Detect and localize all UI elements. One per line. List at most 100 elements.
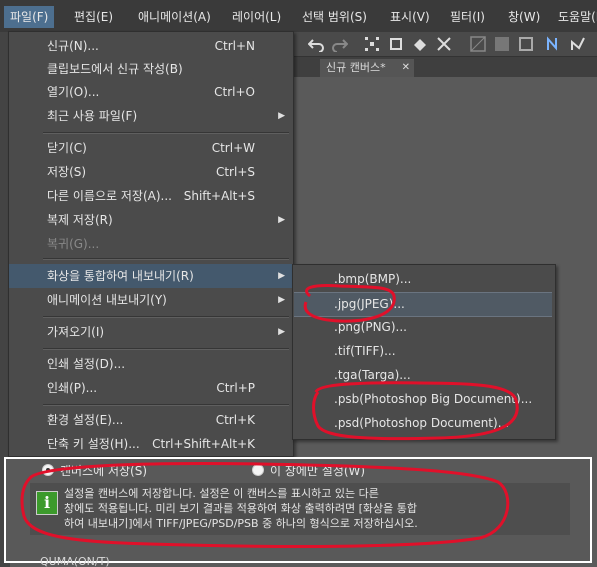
menu-item-shortcut: Ctrl+O [214,85,255,99]
menu-item-shortcut: Ctrl+K [215,413,255,427]
export-psb[interactable]: .psb(Photoshop Big Document)... [294,388,552,411]
export-psd[interactable]: .psd(Photoshop Document)... [294,412,552,435]
submenu-arrow-icon: ▶ [278,111,285,121]
submenu-item-label: .psb(Photoshop Big Document)... [334,392,533,406]
submenu-arrow-icon: ▶ [278,327,285,337]
document-tab-bar: 신규 캔버스* ✕ [292,57,597,77]
export-tga[interactable]: .tga(Targa)... [294,364,552,387]
submenu-arrow-icon: ▶ [278,215,285,225]
menu-item-label: 화상을 통합하여 내보내기(R) [47,269,194,283]
transform-icon[interactable] [364,36,380,52]
menu-item-close[interactable]: 닫기(C) Ctrl+W [9,136,293,160]
export-png[interactable]: .png(PNG)... [294,316,552,339]
menu-item-label: 다른 이름으로 저장(A)... [47,189,172,203]
undo-icon[interactable] [308,36,324,52]
radio-this-window-only[interactable]: 이 창에만 설정(W) [252,463,365,479]
export-bmp[interactable]: .bmp(BMP)... [294,268,552,291]
menu-item-import[interactable]: 가져오기(I) ▶ [9,320,293,344]
radio-label: 이 창에만 설정(W) [270,464,366,478]
menu-item-print[interactable]: 인쇄(P)... Ctrl+P [9,376,293,400]
menu-item-revert: 복귀(G)... [9,232,293,256]
pen-pressure-icon[interactable] [570,36,586,52]
info-message-box: i 설정을 캔버스에 저장합니다. 설정은 이 캔버스를 표시하고 있는 다른 … [30,483,570,535]
menu-item-shortcut: Ctrl+P [216,381,255,395]
document-tab[interactable]: 신규 캔버스* ✕ [320,59,414,77]
info-line: 설정을 캔버스에 저장합니다. 설정은 이 캔버스를 표시하고 있는 다른 [64,487,379,500]
menu-item-preferences[interactable]: 환경 설정(E)... Ctrl+K [9,408,293,432]
menu-item-label: 클립보드에서 신규 작성(B) [47,62,183,76]
move-icon[interactable] [436,36,452,52]
menu-item-export-animation[interactable]: 애니메이션 내보내기(Y) ▶ [9,288,293,312]
info-message-text: 설정을 캔버스에 저장합니다. 설정은 이 캔버스를 표시하고 있는 다른 창에… [64,486,564,531]
export-tif[interactable]: .tif(TIFF)... [294,340,552,363]
menu-item-shortcut-settings[interactable]: 단축 키 설정(H)... Ctrl+Shift+Alt+K [9,432,293,456]
menu-item-shortcut: Ctrl+Shift+Alt+K [152,437,255,451]
menu-file[interactable]: 파일(F) [4,6,55,28]
info-line: 하여 내보내기]에서 TIFF/JPEG/PSD/PSB 중 하나의 형식으로 … [64,517,418,530]
radio-checked-icon [42,464,54,476]
menu-item-shortcut: Ctrl+S [215,165,255,179]
menu-item-label: 신규(N)... [47,39,99,53]
menu-item-recent-files[interactable]: 최근 사용 파일(F) ▶ [9,104,293,128]
submenu-item-label: .tga(Targa)... [334,368,411,382]
menu-item-label: 복귀(G)... [47,237,100,251]
info-line: 창에도 적용됩니다. 미리 보기 결과를 적용하여 화상 출력하려면 [화상을 … [64,502,417,515]
info-icon: i [36,491,58,515]
menu-item-label: 최근 사용 파일(F) [47,109,138,123]
menu-separator [43,258,289,260]
radio-save-to-canvas[interactable]: 캔버스에 저장(S) [42,463,147,479]
snap-icon[interactable] [518,36,534,52]
menu-item-print-settings[interactable]: 인쇄 설정(D)... [9,352,293,376]
submenu-arrow-icon: ▶ [278,295,285,305]
pen-icon[interactable] [546,36,562,52]
menu-separator [43,316,289,318]
settings-panel: 캔버스에 저장(S) 이 창에만 설정(W) i 설정을 캔버스에 저장합니다.… [4,457,592,563]
menu-item-save-as[interactable]: 다른 이름으로 저장(A)... Shift+Alt+S [9,184,293,208]
menu-help[interactable]: 도움말(H) [552,6,597,28]
radio-label: 캔버스에 저장(S) [60,464,148,478]
menu-item-label: 단축 키 설정(H)... [47,437,140,451]
ruler-icon[interactable] [494,36,510,52]
grid-icon[interactable] [470,36,486,52]
menu-view[interactable]: 표시(V) [384,6,436,28]
command-bar [292,32,597,57]
menu-animation[interactable]: 애니메이션(A) [132,6,217,28]
menu-separator [43,348,289,350]
menu-item-new[interactable]: 신규(N)... Ctrl+N [9,34,293,58]
menu-layer[interactable]: 레이어(L) [226,6,287,28]
radio-unchecked-icon [252,464,264,476]
menu-item-shortcut: Ctrl+W [211,141,255,155]
menu-item-new-from-clipboard[interactable]: 클립보드에서 신규 작성(B) [9,57,293,81]
menu-item-label: 저장(S) [47,165,87,179]
redo-icon[interactable] [332,36,348,52]
fill-icon[interactable] [412,36,428,52]
partial-bottom-text: QUMA(ON/T) [40,557,110,567]
submenu-item-label: .tif(TIFF)... [334,344,396,358]
menu-edit[interactable]: 편집(E) [68,6,119,28]
menu-window[interactable]: 창(W) [502,6,546,28]
menu-separator [43,132,289,134]
menu-item-label: 복제 저장(R) [47,213,113,227]
close-icon[interactable]: ✕ [402,59,410,77]
file-menu: 신규(N)... Ctrl+N 클립보드에서 신규 작성(B) 열기(O)...… [8,31,294,457]
submenu-item-label: .png(PNG)... [334,320,407,334]
menu-item-export-flattened[interactable]: 화상을 통합하여 내보내기(R) ▶ [9,264,293,288]
menu-item-label: 인쇄(P)... [47,381,98,395]
menu-item-save-duplicate[interactable]: 복제 저장(R) ▶ [9,208,293,232]
menu-item-save[interactable]: 저장(S) Ctrl+S [9,160,293,184]
menu-item-label: 가져오기(I) [47,325,105,339]
menu-item-label: 닫기(C) [47,141,87,155]
menu-item-open[interactable]: 열기(O)... Ctrl+O [9,80,293,104]
menu-item-label: 인쇄 설정(D)... [47,357,126,371]
document-tab-label: 신규 캔버스* [326,61,386,74]
menu-item-label: 열기(O)... [47,85,100,99]
crop-icon[interactable] [388,36,404,52]
menu-selection[interactable]: 선택 범위(S) [296,6,373,28]
submenu-item-label: .psd(Photoshop Document)... [334,416,510,430]
submenu-item-label: .jpg(JPEG)... [334,297,405,311]
export-jpg[interactable]: .jpg(JPEG)... [294,292,552,317]
export-submenu: .bmp(BMP)... .jpg(JPEG)... .png(PNG)... … [292,264,556,440]
submenu-arrow-icon: ▶ [278,271,285,281]
menu-filter[interactable]: 필터(I) [444,6,491,28]
menu-item-label: 환경 설정(E)... [47,413,124,427]
